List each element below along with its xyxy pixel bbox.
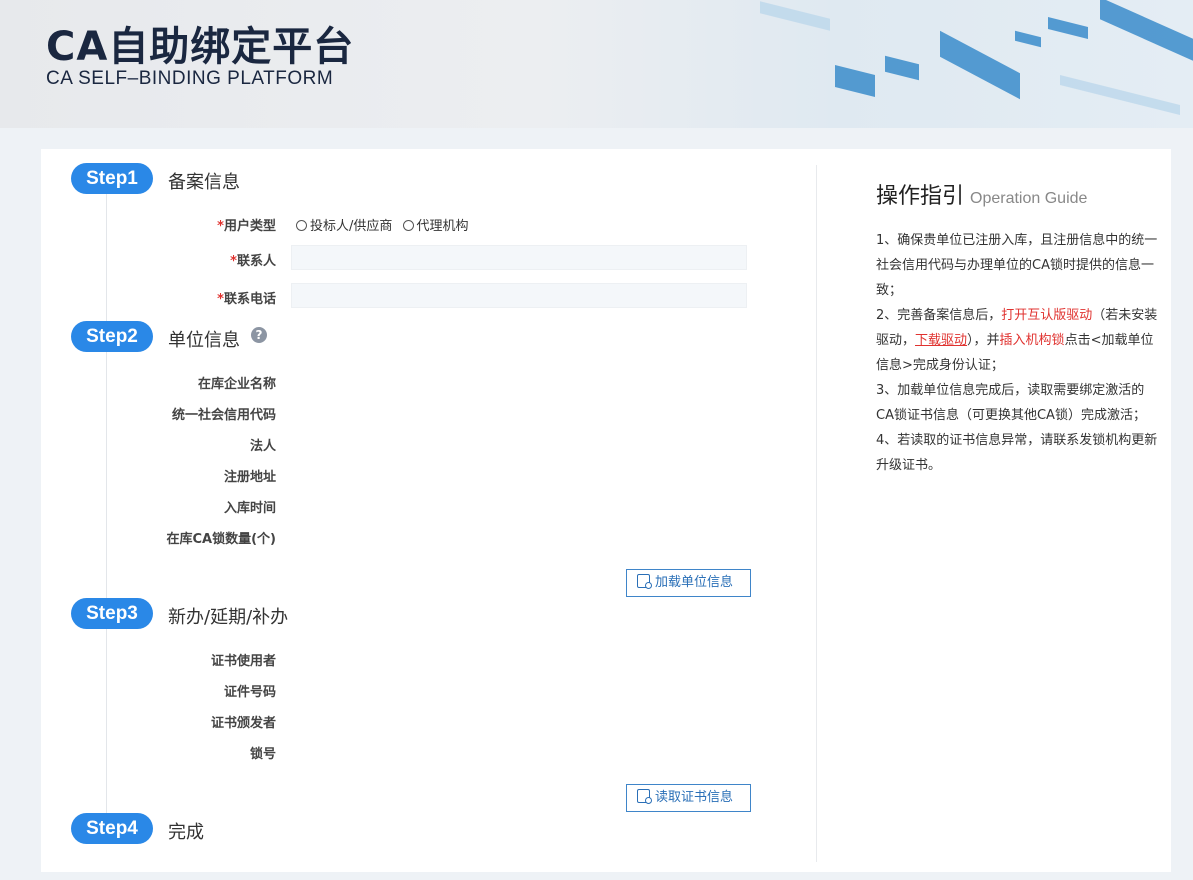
field-legal-person: 法人	[249, 439, 276, 454]
open-driver-text: 打开互认版驱动	[1001, 308, 1093, 323]
step4-title: 完成	[168, 822, 204, 843]
required-mark: *	[230, 254, 237, 269]
header-decoration	[1060, 75, 1180, 115]
insert-lock-text: 插入机构锁	[999, 333, 1065, 348]
field-registered-address: 注册地址	[223, 470, 276, 485]
header-decoration	[1015, 30, 1041, 48]
step3-badge: Step3	[71, 598, 153, 629]
field-cert-issuer: 证书颁发者	[210, 716, 276, 731]
step2-title: 单位信息	[168, 330, 240, 351]
guide-title-en: Operation Guide	[970, 190, 1088, 207]
page-header: CA自助绑定平台 CA SELF–BINDING PLATFORM	[0, 0, 1193, 128]
header-decoration	[1048, 17, 1088, 39]
guide-list: 1、确保贵单位已注册入库，且注册信息中的统一社会信用代码与办理单位的CA锁时提供…	[876, 228, 1158, 478]
header-decoration	[1100, 0, 1193, 61]
guide-item-4: 4、若读取的证书信息异常，请联系发锁机构更新升级证书。	[876, 433, 1158, 473]
step3-title: 新办/延期/补办	[168, 607, 289, 628]
guide-item-3: 3、加载单位信息完成后，读取需要绑定激活的CA锁证书信息（可更换其他CA锁）完成…	[876, 383, 1146, 423]
step1-title: 备案信息	[168, 172, 240, 193]
phone-label: *联系电话	[217, 292, 276, 307]
guide-item-2: 2、完善备案信息后，打开互认版驱动（若未安装驱动，下载驱动），并插入机构锁点击<…	[876, 308, 1158, 373]
field-lock-number: 锁号	[249, 747, 276, 762]
header-decoration	[760, 1, 830, 31]
radio-circle-icon[interactable]	[296, 220, 307, 231]
contact-label: *联系人	[230, 254, 276, 269]
field-cert-user: 证书使用者	[210, 654, 276, 669]
radio-bidder-supplier[interactable]: 投标人/供应商	[296, 219, 392, 234]
download-driver-link[interactable]: 下载驱动	[915, 333, 967, 348]
page-subtitle: CA SELF–BINDING PLATFORM	[46, 68, 334, 89]
field-id-number: 证件号码	[223, 685, 276, 700]
header-decoration	[940, 30, 1020, 100]
step2-badge: Step2	[71, 321, 153, 352]
step-timeline	[106, 190, 107, 820]
required-mark: *	[217, 219, 224, 234]
step1-badge: Step1	[71, 163, 153, 194]
field-registration-time: 入库时间	[223, 501, 276, 516]
header-decoration	[835, 65, 875, 97]
question-circle-icon[interactable]: ?	[251, 327, 267, 343]
panel-divider	[816, 165, 817, 862]
search-doc-icon	[637, 789, 652, 804]
field-credit-code: 统一社会信用代码	[171, 408, 276, 423]
user-type-radio-group: 投标人/供应商 代理机构	[296, 215, 469, 234]
phone-input[interactable]	[291, 283, 747, 308]
user-type-label: *用户类型	[217, 219, 276, 234]
load-unit-info-button[interactable]: 加载单位信息	[626, 569, 751, 597]
field-enterprise-name: 在库企业名称	[197, 377, 276, 392]
page-title: CA自助绑定平台	[46, 24, 355, 70]
header-decoration	[885, 55, 919, 81]
step4-badge: Step4	[71, 813, 153, 844]
radio-circle-icon[interactable]	[402, 220, 414, 231]
search-doc-icon	[637, 574, 652, 589]
read-cert-info-button[interactable]: 读取证书信息	[626, 784, 751, 812]
required-mark: *	[217, 292, 224, 307]
guide-item-1: 1、确保贵单位已注册入库，且注册信息中的统一社会信用代码与办理单位的CA锁时提供…	[876, 233, 1158, 298]
field-ca-lock-count: 在库CA锁数量(个)	[166, 532, 277, 547]
guide-title: 操作指引 Operation Guide	[876, 184, 1088, 209]
radio-agency[interactable]: 代理机构	[402, 219, 469, 234]
contact-input[interactable]	[291, 245, 747, 270]
